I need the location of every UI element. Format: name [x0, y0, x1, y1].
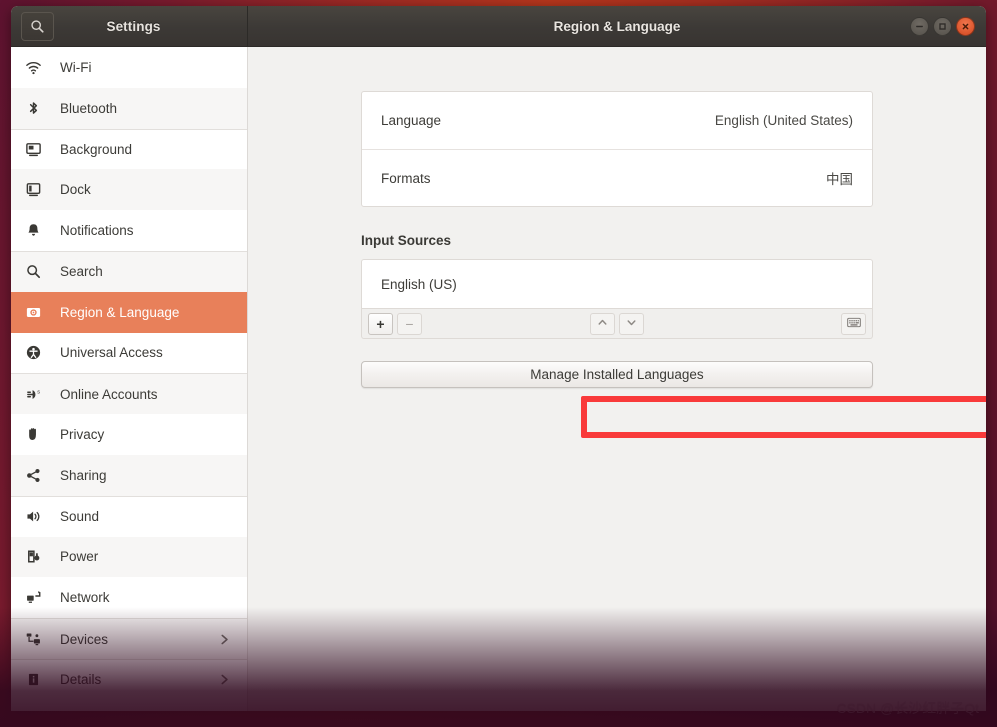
sidebar-item-power[interactable]: Power [11, 536, 247, 578]
sidebar-item-background[interactable]: Background [11, 128, 247, 170]
power-icon [25, 548, 51, 565]
highlight-annotation-box [581, 396, 986, 438]
minimize-button[interactable] [910, 16, 929, 36]
chevron-down-icon [626, 315, 637, 333]
move-input-source-down-button[interactable] [619, 312, 644, 335]
sidebar-item-privacy[interactable]: Privacy [11, 414, 247, 455]
sidebar-item-online-accounts[interactable]: s Online Accounts [11, 373, 247, 415]
sound-icon [25, 508, 51, 525]
svg-text:s: s [37, 389, 40, 395]
app-title: Settings [106, 18, 161, 34]
window-body: Wi-Fi Bluetooth Background Dock Notifica… [11, 47, 986, 711]
sidebar-item-bluetooth[interactable]: Bluetooth [11, 87, 247, 129]
sidebar-item-sharing[interactable]: Sharing [11, 454, 247, 496]
plus-icon: + [376, 315, 385, 332]
background-icon [25, 141, 51, 158]
network-icon [25, 589, 51, 606]
search-button[interactable] [21, 11, 54, 41]
keyboard-icon [846, 315, 861, 333]
language-row[interactable]: Language English (United States) [362, 92, 872, 149]
online-accounts-icon: s [25, 386, 51, 403]
titlebar-left-section: Settings [11, 6, 248, 46]
watermark-text: CSDN @长沙红胖子Qt [836, 700, 979, 716]
window-titlebar: Settings Region & Language [11, 6, 986, 47]
wifi-icon [25, 59, 51, 76]
remove-input-source-button[interactable]: − [397, 312, 422, 335]
search-icon [25, 263, 51, 280]
sidebar-item-universal-access[interactable]: Universal Access [11, 333, 247, 374]
sidebar-item-devices[interactable]: Devices [11, 618, 247, 659]
close-icon [961, 22, 970, 31]
sidebar-item-label: Region & Language [60, 304, 180, 320]
sidebar-item-label: Bluetooth [60, 100, 118, 116]
search-icon [30, 19, 45, 34]
sidebar-item-sound[interactable]: Sound [11, 495, 247, 537]
settings-window: Settings Region & Language Wi-Fi Bluetoo… [11, 6, 986, 711]
sidebar-item-label: Online Accounts [60, 386, 158, 402]
sidebar-item-label: Wi-Fi [60, 59, 92, 75]
bell-icon [25, 222, 51, 239]
close-button[interactable] [956, 16, 975, 36]
formats-row-value: 中国 [826, 172, 853, 187]
add-input-source-button[interactable]: + [368, 312, 393, 335]
sidebar-item-label: Sharing [60, 467, 107, 483]
universal-access-icon [25, 344, 51, 361]
sidebar-item-label: Network [60, 590, 110, 606]
sidebar-item-label: Notifications [60, 223, 134, 239]
sidebar-item-network[interactable]: Network [11, 577, 247, 618]
region-language-icon [25, 304, 51, 321]
sidebar-item-wi-fi[interactable]: Wi-Fi [11, 47, 247, 88]
maximize-button[interactable] [933, 16, 952, 36]
page-title: Region & Language [553, 18, 681, 34]
minus-icon: − [405, 315, 414, 332]
dock-icon [25, 181, 51, 198]
titlebar-right-section: Region & Language [248, 6, 986, 46]
manage-languages-wrapper: Manage Installed Languages [361, 361, 873, 388]
sidebar-item-label: Devices [60, 631, 109, 647]
sidebar-item-label: Dock [60, 182, 91, 198]
bluetooth-icon [25, 100, 51, 117]
sidebar-item-region-language[interactable]: Region & Language [11, 291, 247, 333]
sidebar-item-dock[interactable]: Dock [11, 169, 247, 211]
sharing-icon [25, 467, 51, 484]
sidebar-item-label: Power [60, 549, 99, 565]
keyboard-shortcut-button[interactable] [841, 312, 866, 335]
language-formats-card: Language English (United States) Formats… [361, 91, 873, 207]
sidebar-item-search[interactable]: Search [11, 250, 247, 292]
language-row-value: English (United States) [714, 113, 853, 128]
formats-row[interactable]: Formats 中国 [362, 149, 872, 206]
chevron-up-icon [597, 315, 608, 333]
input-sources-heading: Input Sources [361, 233, 452, 248]
sidebar-item-notifications[interactable]: Notifications [11, 210, 247, 251]
language-row-label: Language [381, 113, 442, 128]
maximize-icon [938, 22, 947, 31]
input-sources-toolbar: + − [361, 309, 873, 339]
formats-row-label: Formats [381, 170, 431, 186]
settings-content-panel: Language English (United States) Formats… [248, 47, 986, 711]
sidebar-item-label: Search [60, 264, 103, 280]
input-source-list-item-english-us[interactable]: English (US) [361, 259, 873, 309]
input-sources-right-group [841, 312, 866, 335]
chevron-right-icon [218, 673, 231, 686]
sidebar-item-label: Sound [60, 509, 100, 525]
input-sources-reorder-group [362, 312, 872, 335]
desktop-background: Settings Region & Language Wi-Fi Bluetoo… [0, 0, 997, 727]
move-input-source-up-button[interactable] [590, 312, 615, 335]
sidebar-item-label: Background [60, 141, 133, 157]
manage-installed-languages-button[interactable]: Manage Installed Languages [361, 361, 873, 388]
input-source-label: English (US) [381, 276, 457, 292]
sidebar-item-label: Privacy [60, 427, 105, 443]
sidebar-item-label: Details [60, 672, 102, 688]
minimize-icon [915, 22, 924, 31]
window-controls [910, 16, 975, 36]
devices-icon [25, 631, 51, 648]
details-info-icon [25, 671, 51, 688]
settings-sidebar: Wi-Fi Bluetooth Background Dock Notifica… [11, 47, 248, 711]
sidebar-item-details[interactable]: Details [11, 658, 247, 700]
sidebar-item-label: Universal Access [60, 345, 163, 361]
chevron-right-icon [218, 633, 231, 646]
privacy-hand-icon [25, 426, 51, 443]
